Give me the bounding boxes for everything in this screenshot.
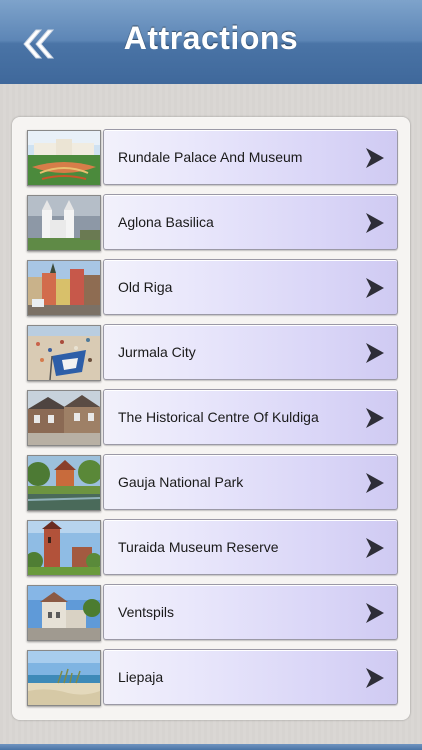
chevron-right-icon bbox=[366, 603, 384, 623]
thumbnail-image bbox=[27, 585, 101, 641]
thumbnail-image bbox=[27, 390, 101, 446]
attraction-label: Liepaja bbox=[118, 669, 164, 685]
chevron-right-icon bbox=[366, 148, 384, 168]
list-item[interactable]: Turaida Museum Reserve bbox=[27, 519, 410, 576]
attraction-label: Jurmala City bbox=[118, 344, 196, 360]
chevron-right-icon bbox=[366, 213, 384, 233]
chevron-right-icon bbox=[366, 473, 384, 493]
double-chevron-left-icon bbox=[23, 29, 55, 59]
attraction-label: Gauja National Park bbox=[118, 474, 244, 490]
bottom-bar bbox=[0, 744, 422, 750]
attraction-button[interactable]: Aglona Basilica bbox=[103, 194, 398, 250]
attraction-label: Turaida Museum Reserve bbox=[118, 539, 279, 555]
thumbnail-image bbox=[27, 650, 101, 706]
thumbnail-image bbox=[27, 130, 101, 186]
attractions-list: Rundale Palace And Museum Aglona Basilic… bbox=[12, 117, 410, 720]
thumbnail-image bbox=[27, 455, 101, 511]
attraction-button[interactable]: Turaida Museum Reserve bbox=[103, 519, 398, 575]
thumbnail-image bbox=[27, 260, 101, 316]
list-item[interactable]: Aglona Basilica bbox=[27, 194, 410, 251]
page-title: Attractions bbox=[123, 20, 299, 56]
attraction-button[interactable]: Gauja National Park bbox=[103, 454, 398, 510]
list-item[interactable]: Jurmala City bbox=[27, 324, 410, 381]
nav-bar: Attractions bbox=[0, 0, 422, 85]
attraction-label: Rundale Palace And Museum bbox=[118, 149, 303, 165]
chevron-right-icon bbox=[366, 343, 384, 363]
attraction-label: The Historical Centre Of Kuldiga bbox=[118, 409, 319, 425]
list-item[interactable]: Rundale Palace And Museum bbox=[27, 129, 410, 186]
attraction-button[interactable]: Old Riga bbox=[103, 259, 398, 315]
thumbnail-image bbox=[27, 195, 101, 251]
chevron-right-icon bbox=[366, 668, 384, 688]
list-item[interactable]: Old Riga bbox=[27, 259, 410, 316]
chevron-right-icon bbox=[366, 278, 384, 298]
attraction-label: Old Riga bbox=[118, 279, 173, 295]
list-item[interactable]: Ventspils bbox=[27, 584, 410, 641]
thumbnail-image bbox=[27, 325, 101, 381]
chevron-right-icon bbox=[366, 408, 384, 428]
list-item[interactable]: Liepaja bbox=[27, 649, 410, 706]
thumbnail-image bbox=[27, 520, 101, 576]
attraction-button[interactable]: Jurmala City bbox=[103, 324, 398, 380]
attraction-button[interactable]: The Historical Centre Of Kuldiga bbox=[103, 389, 398, 445]
attraction-button[interactable]: Rundale Palace And Museum bbox=[103, 129, 398, 185]
attraction-label: Aglona Basilica bbox=[118, 214, 214, 230]
attraction-button[interactable]: Liepaja bbox=[103, 649, 398, 705]
chevron-right-icon bbox=[366, 538, 384, 558]
back-button[interactable] bbox=[18, 24, 56, 64]
attraction-button[interactable]: Ventspils bbox=[103, 584, 398, 640]
list-item[interactable]: Gauja National Park bbox=[27, 454, 410, 511]
attraction-label: Ventspils bbox=[118, 604, 175, 620]
list-item[interactable]: The Historical Centre Of Kuldiga bbox=[27, 389, 410, 446]
